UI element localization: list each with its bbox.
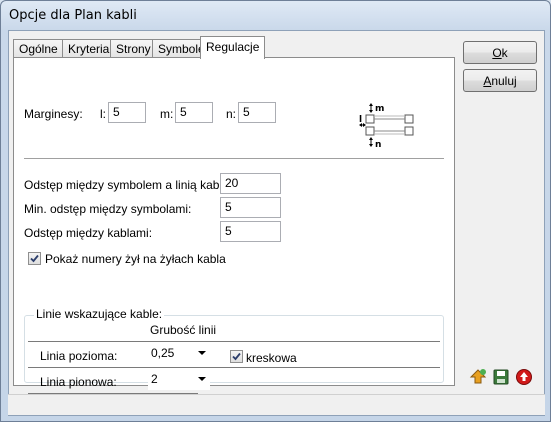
line-thickness-header: Grubość linii <box>150 323 217 337</box>
save-icon[interactable] <box>492 368 510 386</box>
diagram-n-label: n <box>375 140 381 150</box>
separator <box>24 158 444 159</box>
margin-l-input[interactable]: 5 <box>108 102 146 123</box>
horizontal-line-label: Linia pozioma: <box>40 349 118 363</box>
vertical-line-label: Linia pionowa: <box>40 375 117 389</box>
lines-group-title: Linie wskazujące kable: <box>34 307 165 321</box>
diagram-l-label: l <box>359 115 362 125</box>
checkmark-icon <box>30 254 39 263</box>
margin-n-label: n: <box>226 107 237 121</box>
status-bar <box>8 394 545 415</box>
margin-m-label: m: <box>160 107 174 121</box>
margin-n-input[interactable]: 5 <box>238 102 276 123</box>
tab-kryteria[interactable]: Kryteria <box>62 39 116 58</box>
margins-diagram-icon: m l n <box>359 103 414 150</box>
margins-label: Marginesy: <box>24 107 83 121</box>
margin-l-label: l: <box>100 107 106 121</box>
dialog-client-area: Ogólne Kryteria Strony Symbole Regulacje… <box>8 30 545 416</box>
horizontal-line-thickness-select[interactable]: 0,25 <box>148 343 210 364</box>
ok-label: k <box>501 46 508 60</box>
margin-m-input[interactable]: 5 <box>175 102 213 123</box>
tab-regulacje[interactable]: Regulacje <box>200 36 266 59</box>
chevron-down-icon <box>198 377 206 381</box>
min-symbol-spacing-input[interactable]: 5 <box>220 197 281 218</box>
reset-icon[interactable] <box>515 368 533 386</box>
window-title: Opcje dla Plan kabli <box>9 8 137 23</box>
vertical-line-thickness-select[interactable]: 2 <box>148 369 210 390</box>
ok-accel: O <box>492 46 502 60</box>
horizontal-line-thickness-value: 0,25 <box>151 346 175 360</box>
dashed-line-label: kreskowa <box>246 351 297 365</box>
cable-spacing-label: Odstęp między kablami: <box>24 226 153 240</box>
cable-spacing-input[interactable]: 5 <box>220 221 281 242</box>
diagram-m-label: m <box>375 104 384 114</box>
min-symbol-spacing-label: Min. odstęp między symbolami: <box>24 202 192 216</box>
row-divider <box>28 367 440 368</box>
row-divider <box>28 341 440 342</box>
ok-button[interactable]: Ok <box>463 41 537 64</box>
tab-ogolne[interactable]: Ogólne <box>13 39 64 58</box>
checkmark-icon <box>232 352 241 361</box>
symbol-line-spacing-input[interactable]: 20 <box>220 173 281 194</box>
cancel-label: nuluj <box>491 74 517 88</box>
show-wire-numbers-checkbox[interactable] <box>28 252 41 265</box>
tab-panel-regulacje: Marginesy: l: 5 m: 5 n: 5 m l n Odstęp m… <box>13 57 455 394</box>
load-settings-icon[interactable] <box>469 368 487 386</box>
dashed-line-checkbox[interactable] <box>230 350 243 363</box>
symbol-line-spacing-label: Odstęp między symbolem a linią kabla: <box>24 178 233 192</box>
cancel-button[interactable]: Anuluj <box>463 69 537 92</box>
tab-strony[interactable]: Strony <box>110 39 157 58</box>
dialog-window: Opcje dla Plan kabli Ogólne Kryteria Str… <box>0 0 551 422</box>
vertical-line-thickness-value: 2 <box>151 372 158 386</box>
show-wire-numbers-label: Pokaż numery żył na żyłach kabla <box>45 252 226 266</box>
chevron-down-icon <box>198 351 206 355</box>
